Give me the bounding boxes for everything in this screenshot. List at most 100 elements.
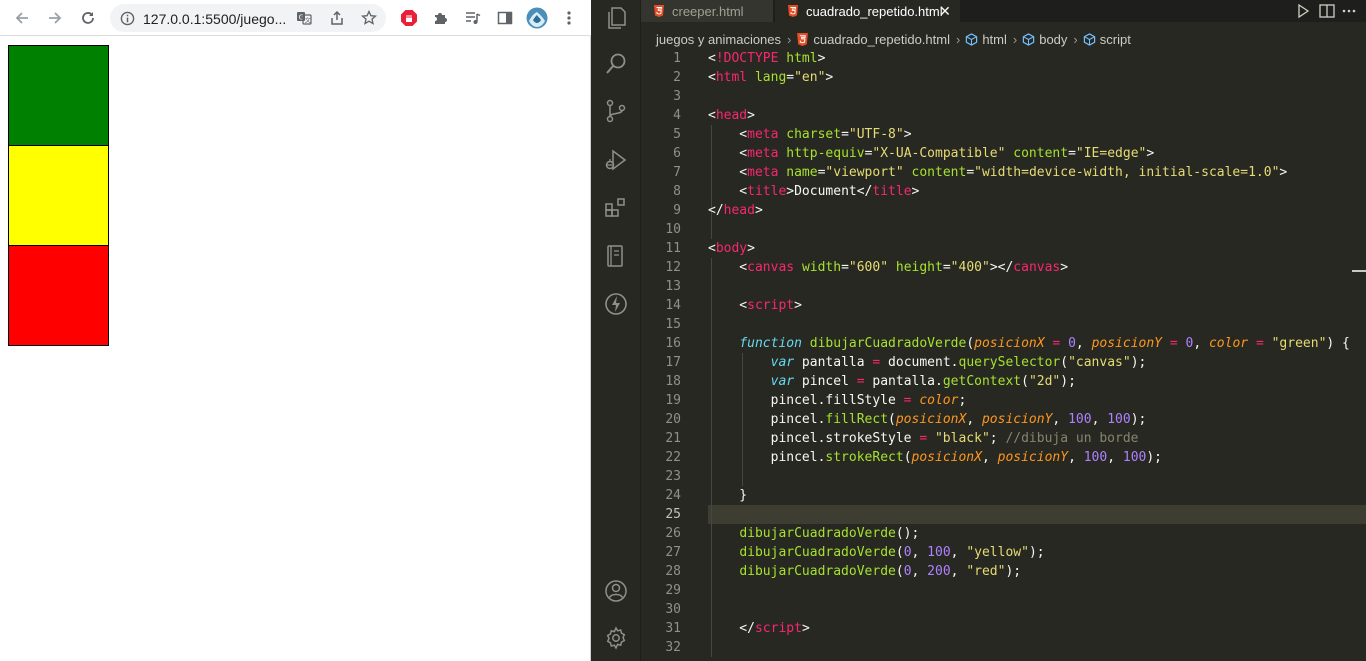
code-token: 100 xyxy=(1122,450,1147,465)
translate-icon[interactable]: G文 xyxy=(292,6,316,30)
line-number: 32 xyxy=(665,640,681,655)
red-square xyxy=(8,245,109,346)
code-token: ; xyxy=(958,393,967,408)
code-text: pincel.strokeStyle = "black"; //dibuja u… xyxy=(708,429,1139,448)
source-control-icon[interactable] xyxy=(602,97,630,125)
media-control-icon[interactable] xyxy=(461,6,485,30)
chevron-right-icon: › xyxy=(787,31,792,47)
back-arrow-icon[interactable] xyxy=(10,6,34,30)
scrollbar-marker[interactable] xyxy=(1352,270,1366,272)
code-token: script xyxy=(747,298,795,313)
code-line: 16 function dibujarCuadradoVerde(posicio… xyxy=(641,334,1366,353)
line-number: 25 xyxy=(665,507,681,522)
breadcrumb-symbol-body[interactable]: body xyxy=(1022,32,1067,47)
code-text: <title>Document</title> xyxy=(708,182,919,201)
accounts-icon[interactable] xyxy=(602,577,630,605)
code-token: pincel.fillStyle xyxy=(708,393,904,408)
reload-icon[interactable] xyxy=(76,6,100,30)
code-token: "UTF-8" xyxy=(848,127,904,142)
code-token: body xyxy=(715,241,748,256)
side-panel-icon[interactable] xyxy=(493,6,517,30)
symbol-element-icon xyxy=(966,32,978,46)
code-token: "600" xyxy=(848,260,889,275)
code-text: </script> xyxy=(708,619,809,638)
code-token: < xyxy=(708,241,716,256)
line-number: 22 xyxy=(665,450,681,465)
line-number: 6 xyxy=(673,146,681,161)
code-token: < xyxy=(708,165,748,180)
symbol-element-icon xyxy=(1023,32,1035,46)
breadcrumb-file[interactable]: cuadrado_repetido.html xyxy=(796,32,950,47)
code-editor[interactable]: 1 <!DOCTYPE html> 2 <html lang="en"> 3 4 <head… xyxy=(641,48,1366,661)
browser-menu-icon[interactable] xyxy=(557,6,581,30)
code-line: 17 var pantalla = document.querySelector… xyxy=(641,353,1366,372)
code-token: ; xyxy=(989,431,1006,446)
code-token: name xyxy=(786,165,818,180)
code-token: 200 xyxy=(927,564,951,579)
code-token: = xyxy=(966,165,975,180)
code-token: getContext xyxy=(942,374,1022,389)
run-file-icon[interactable] xyxy=(1294,2,1312,20)
html-file-icon xyxy=(797,32,809,46)
settings-gear-icon[interactable] xyxy=(602,624,630,652)
tab-creeper-html[interactable]: creeper.html xyxy=(641,0,774,22)
code-token: var xyxy=(770,374,795,389)
code-token: ); xyxy=(1146,450,1163,465)
code-line: 3 xyxy=(641,87,1366,106)
more-actions-icon[interactable] xyxy=(1340,2,1358,20)
live-share-icon[interactable] xyxy=(602,290,630,318)
line-number: 9 xyxy=(673,203,681,218)
code-token: "IE=edge" xyxy=(1075,146,1147,161)
url-text[interactable]: 127.0.0.1:5500/juego... xyxy=(143,11,291,27)
code-token: content xyxy=(911,165,967,180)
line-number: 2 xyxy=(673,70,681,85)
split-editor-icon[interactable] xyxy=(1318,2,1336,20)
site-info-icon[interactable] xyxy=(115,6,139,30)
code-token: html xyxy=(715,70,748,85)
code-token: = xyxy=(1255,336,1264,351)
code-token: ( xyxy=(1060,355,1069,370)
breadcrumb-symbol-html[interactable]: html xyxy=(965,32,1007,47)
extensions-icon[interactable] xyxy=(602,194,630,222)
line-number: 10 xyxy=(665,222,681,237)
code-line: 24 } xyxy=(641,486,1366,505)
code-token: > xyxy=(1060,260,1069,275)
code-token: </ xyxy=(856,184,873,199)
code-token: pincel xyxy=(794,374,857,389)
code-token: pantalla xyxy=(794,355,873,370)
code-line: 4 <head> xyxy=(641,106,1366,125)
demo-canvas xyxy=(8,45,109,346)
close-tab-icon[interactable]: ✕ xyxy=(938,4,952,18)
code-lines: 1 <!DOCTYPE html> 2 <html lang="en"> 3 4 <head… xyxy=(641,49,1366,657)
line-number: 28 xyxy=(665,564,681,579)
line-number: 21 xyxy=(665,431,681,446)
code-token: fillRect xyxy=(825,412,889,427)
code-token: var xyxy=(770,355,795,370)
notebook-icon[interactable] xyxy=(602,242,630,270)
code-token: "red" xyxy=(966,564,1006,579)
share-icon[interactable] xyxy=(325,6,349,30)
search-icon[interactable] xyxy=(602,50,630,78)
extensions-puzzle-icon[interactable] xyxy=(429,6,453,30)
adblock-extension-icon[interactable] xyxy=(397,6,421,30)
breadcrumb-folder[interactable]: juegos y animaciones xyxy=(656,32,781,47)
tab-cuadrado-repetido-html[interactable]: cuadrado_repetido.html ✕ xyxy=(775,0,960,22)
breadcrumb-symbol-script[interactable]: script xyxy=(1083,32,1131,47)
code-token: , xyxy=(1052,412,1069,427)
code-token: pincel. xyxy=(708,412,826,427)
code-line: 18 var pincel = pantalla.getContext("2d"… xyxy=(641,372,1366,391)
address-bar[interactable]: 127.0.0.1:5500/juego... G文 xyxy=(110,4,386,32)
code-text: dibujarCuadradoVerde(0, 100, "yellow"); xyxy=(708,543,1044,562)
code-text: dibujarCuadradoVerde(); xyxy=(708,524,919,543)
code-token: = xyxy=(841,127,849,142)
code-token: meta xyxy=(747,146,779,161)
profile-avatar-icon[interactable] xyxy=(525,6,549,30)
forward-arrow-icon[interactable] xyxy=(43,6,67,30)
code-token: > xyxy=(1146,146,1155,161)
explorer-files-icon[interactable] xyxy=(602,4,630,32)
code-token: width xyxy=(801,260,842,275)
code-token: posicionY xyxy=(981,412,1053,427)
run-and-debug-icon[interactable] xyxy=(602,146,630,174)
bookmark-star-icon[interactable] xyxy=(357,6,381,30)
